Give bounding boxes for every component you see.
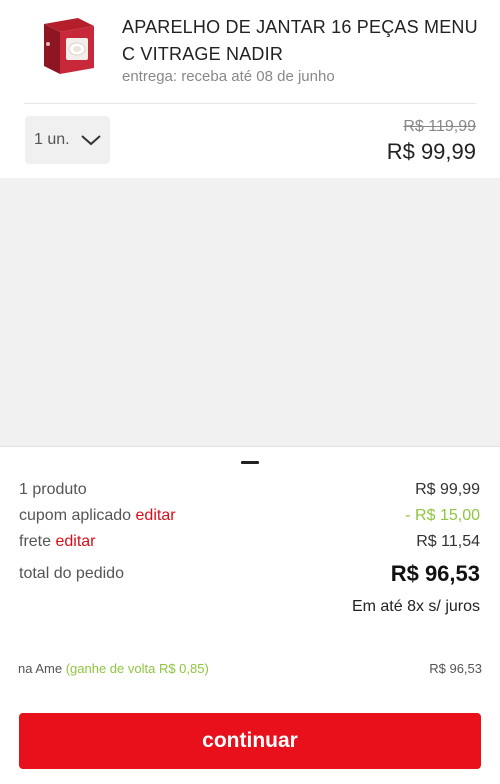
continue-button[interactable]: continuar <box>19 713 481 769</box>
total-label: total do pedido <box>19 565 124 582</box>
shipping-value: R$ 11,54 <box>416 533 480 550</box>
content-placeholder <box>0 178 500 446</box>
ame-label: na Ame <box>18 661 63 676</box>
items-value: R$ 99,99 <box>415 481 480 498</box>
summary-row-coupon: cupom aplicado editar - R$ 15,00 <box>19 507 480 525</box>
drag-handle[interactable] <box>241 461 259 464</box>
total-value: R$ 96,53 <box>390 561 480 586</box>
ame-value: R$ 96,53 <box>429 661 482 676</box>
original-price: R$ 119,99 <box>403 118 476 135</box>
delivery-estimate: entrega: receba até 08 de junho <box>122 68 335 85</box>
coupon-label: cupom aplicado <box>19 507 132 524</box>
chevron-down-icon <box>80 135 101 146</box>
ame-cashback: (ganhe de volta R$ 0,85) <box>65 661 209 676</box>
summary-row-total: total do pedido R$ 96,53 <box>19 561 480 587</box>
installments-info: Em até 8x s/ juros <box>351 598 480 615</box>
items-label: 1 produto <box>19 481 87 498</box>
summary-row-shipping: frete editar R$ 11,54 <box>19 533 480 551</box>
ame-payment-row: na Ame (ganhe de volta R$ 0,85) R$ 96,53 <box>18 661 482 676</box>
quantity-select[interactable]: 1 un. <box>25 116 110 164</box>
product-title[interactable]: APARELHO DE JANTAR 16 PEÇAS MENU C VITRA… <box>122 14 482 68</box>
coupon-discount: - R$ 15,00 <box>405 507 480 524</box>
product-thumbnail[interactable] <box>38 14 98 78</box>
current-price: R$ 99,99 <box>386 139 476 164</box>
shipping-label: frete <box>19 533 52 550</box>
summary-row-items: 1 produto R$ 99,99 <box>19 481 480 499</box>
edit-shipping-link[interactable]: editar <box>55 533 95 550</box>
divider <box>24 103 476 104</box>
order-summary-sheet: 1 produto R$ 99,99 cupom aplicado editar… <box>0 446 500 784</box>
quantity-value: 1 un. <box>34 131 70 148</box>
cart-item: APARELHO DE JANTAR 16 PEÇAS MENU C VITRA… <box>0 0 500 164</box>
edit-coupon-link[interactable]: editar <box>136 507 176 524</box>
